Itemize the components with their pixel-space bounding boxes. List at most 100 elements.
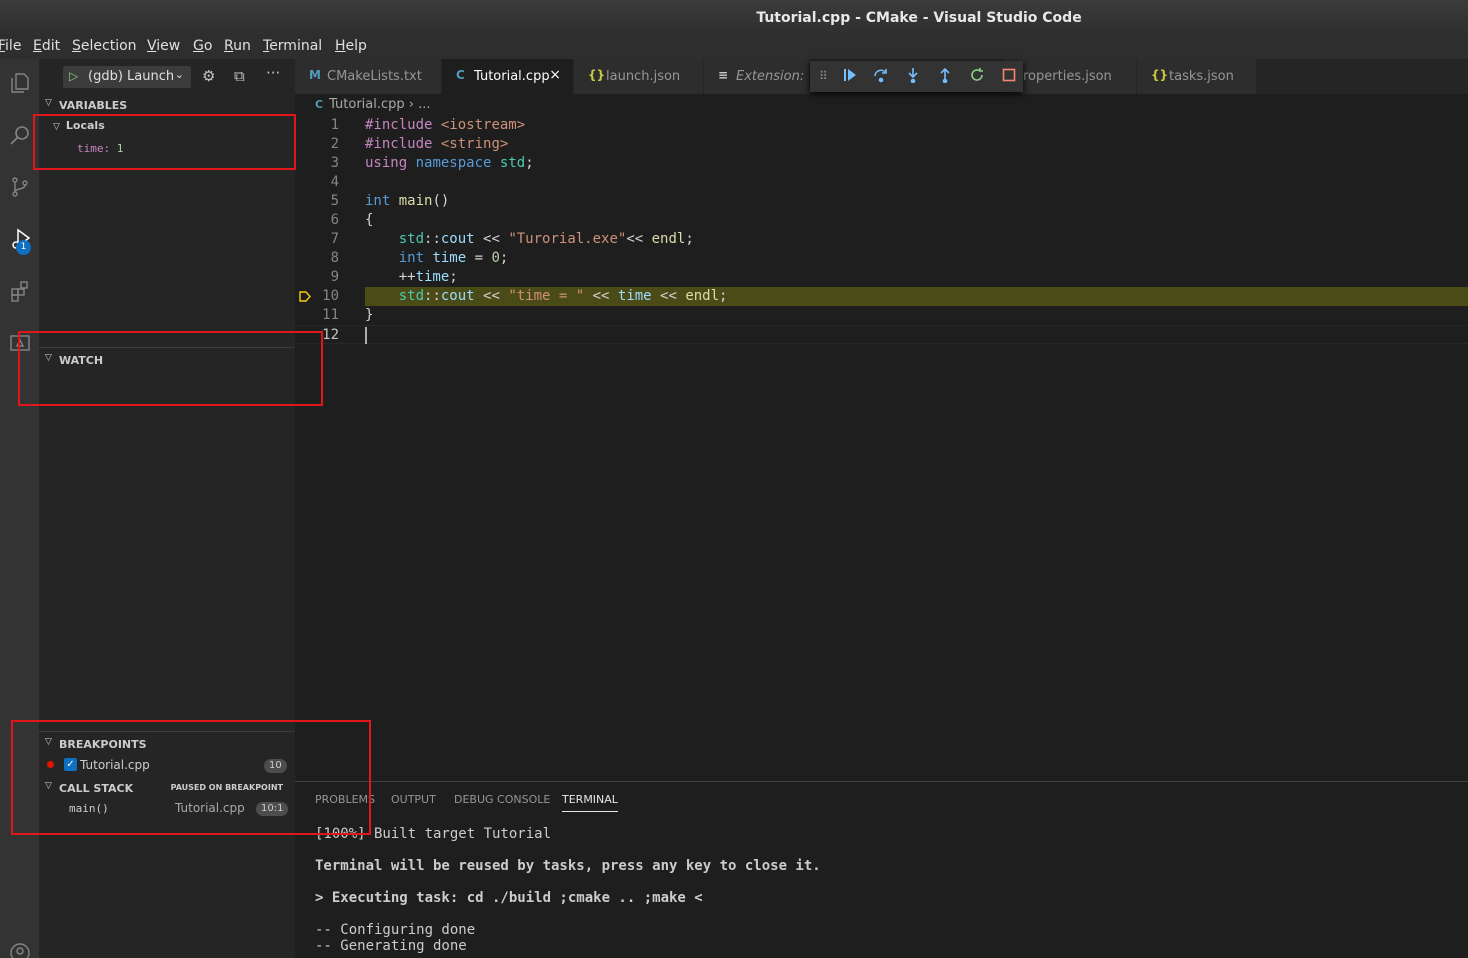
code-line: 12 xyxy=(295,325,1468,344)
editor-group: M CMakeLists.txt C Tutorial.cpp × {} lau… xyxy=(295,59,1468,781)
breakpoints-section-header[interactable]: ▽ BREAKPOINTS xyxy=(39,733,295,755)
line-number: 12 xyxy=(322,327,339,343)
code-text: ++time; xyxy=(365,269,458,285)
more-actions-icon[interactable]: ··· xyxy=(266,64,280,82)
preview-icon: ≡ xyxy=(718,68,729,82)
watch-section-header[interactable]: ▽ WATCH xyxy=(39,349,295,371)
code-text: int main() xyxy=(365,193,450,209)
menu-help[interactable]: Help xyxy=(335,38,367,54)
chevron-down-icon: ▽ xyxy=(45,737,52,747)
code-line: 1 #include <iostream> xyxy=(295,116,1468,135)
remote-explorer-icon[interactable] xyxy=(0,323,39,363)
step-out-icon[interactable] xyxy=(937,67,953,87)
variable-name: time xyxy=(77,142,104,155)
tab-debug-console[interactable]: DEBUG CONSOLE xyxy=(454,793,550,806)
start-debugging-icon[interactable]: ▷ xyxy=(69,69,78,83)
line-number: 11 xyxy=(322,307,339,323)
tab-c-cpp-properties[interactable]: roperties.json xyxy=(1003,59,1137,94)
code-text: } xyxy=(365,307,374,323)
call-stack-status: PAUSED ON BREAKPOINT xyxy=(170,783,283,792)
variable-item[interactable]: time: 1 xyxy=(77,142,123,155)
line-number: 3 xyxy=(330,155,339,171)
menu-file[interactable]: File xyxy=(0,38,21,54)
terminal-line: -- Generating done xyxy=(315,938,467,954)
launch-config-label: (gdb) Launch xyxy=(88,69,175,84)
breadcrumb-file[interactable]: Tutorial.cpp xyxy=(329,97,405,112)
tab-label: roperties.json xyxy=(1023,69,1112,84)
launch-config-select[interactable]: ▷ (gdb) Launch ⌄ xyxy=(63,66,191,88)
stop-icon[interactable] xyxy=(1001,67,1017,87)
breakpoint-item[interactable]: ✓ Tutorial.cpp 10 xyxy=(39,756,295,776)
tab-output[interactable]: OUTPUT xyxy=(391,793,436,806)
call-stack-section-header[interactable]: ▽ CALL STACK PAUSED ON BREAKPOINT xyxy=(39,777,295,799)
files-icon[interactable] xyxy=(0,63,39,103)
code-text: std::cout << "time = " << time << endl; xyxy=(398,288,728,304)
step-over-icon[interactable] xyxy=(873,67,889,87)
json-file-icon: {} xyxy=(1151,68,1169,82)
code-line: 9 ++time; xyxy=(295,268,1468,287)
line-number: 5 xyxy=(330,193,339,209)
call-stack-frame[interactable]: main() Tutorial.cpp 10:1 xyxy=(39,799,295,819)
terminal-line: Terminal will be reused by tasks, press … xyxy=(315,858,821,874)
chevron-down-icon: ▽ xyxy=(45,781,52,791)
code-text: { xyxy=(365,212,374,228)
tab-label: CMakeLists.txt xyxy=(327,69,422,84)
code-text: #include <iostream> xyxy=(365,117,526,133)
window-title: Tutorial.cpp - CMake - Visual Studio Cod… xyxy=(756,10,1082,26)
menu-bar: File Edit Selection View Go Run Terminal… xyxy=(0,36,1468,59)
tab-problems[interactable]: PROBLEMS xyxy=(315,793,375,806)
chevron-down-icon: ⌄ xyxy=(174,68,184,81)
debug-console-icon[interactable]: ⧉ xyxy=(234,67,245,85)
line-number: 6 xyxy=(330,212,339,228)
menu-selection[interactable]: Selection xyxy=(72,38,137,54)
drag-handle-icon[interactable]: ⠿ xyxy=(819,69,828,83)
menu-edit[interactable]: Edit xyxy=(33,38,60,54)
extensions-icon[interactable] xyxy=(0,271,39,311)
bottom-panel: PROBLEMS OUTPUT DEBUG CONSOLE TERMINAL [… xyxy=(295,781,1468,958)
tab-extension-c[interactable]: ≡ Extension: C/ xyxy=(704,59,810,94)
tab-tutorial-cpp[interactable]: C Tutorial.cpp × xyxy=(442,59,574,94)
breadcrumb[interactable]: C Tutorial.cpp › ... xyxy=(315,97,431,112)
breakpoints-title: BREAKPOINTS xyxy=(59,738,147,751)
debug-sidebar: ▷ (gdb) Launch ⌄ ⚙ ⧉ ··· ▽ VARIABLES ▽ Lo… xyxy=(39,59,295,958)
menu-terminal[interactable]: Terminal xyxy=(263,38,322,54)
tab-label: Tutorial.cpp xyxy=(474,69,550,84)
breakpoint-checkbox[interactable]: ✓ xyxy=(64,758,77,771)
tab-launch-json[interactable]: {} launch.json xyxy=(574,59,704,94)
tab-cmakelists[interactable]: M CMakeLists.txt xyxy=(295,59,442,94)
continue-icon[interactable] xyxy=(842,67,858,87)
breakpoint-file: Tutorial.cpp xyxy=(80,758,150,772)
section-divider xyxy=(39,347,295,348)
cmake-file-icon: M xyxy=(309,68,321,82)
menu-view[interactable]: View xyxy=(147,38,180,54)
chevron-down-icon: ▽ xyxy=(45,353,52,363)
watch-title: WATCH xyxy=(59,354,104,367)
locals-label: Locals xyxy=(65,119,105,132)
source-control-icon[interactable] xyxy=(0,167,39,207)
frame-function: main() xyxy=(69,802,109,815)
close-icon[interactable]: × xyxy=(549,67,561,83)
restart-icon[interactable] xyxy=(969,67,985,87)
locals-scope[interactable]: ▽ Locals xyxy=(53,119,105,132)
line-number: 4 xyxy=(330,174,339,190)
terminal-line: -- Configuring done xyxy=(315,922,476,938)
code-line: 8 int time = 0; xyxy=(295,249,1468,268)
tab-terminal[interactable]: TERMINAL xyxy=(562,793,618,812)
menu-go[interactable]: Go xyxy=(193,38,212,54)
editor-tabs: M CMakeLists.txt C Tutorial.cpp × {} lau… xyxy=(295,59,1468,94)
breakpoint-dot-icon xyxy=(47,761,54,768)
variables-section-header[interactable]: ▽ VARIABLES xyxy=(39,94,295,116)
code-line: 7 std::cout << "Turorial.exe"<< endl; xyxy=(295,230,1468,249)
frame-file: Tutorial.cpp xyxy=(175,801,245,815)
step-into-icon[interactable] xyxy=(905,67,921,87)
account-icon[interactable] xyxy=(0,933,39,958)
tab-tasks-json[interactable]: {} tasks.json xyxy=(1137,59,1257,94)
gear-icon[interactable]: ⚙ xyxy=(202,67,215,85)
breadcrumb-rest[interactable]: ... xyxy=(418,97,430,112)
code-line: 11 } xyxy=(295,306,1468,325)
line-number: 9 xyxy=(330,269,339,285)
search-icon[interactable] xyxy=(0,115,39,155)
terminal-line: [100%] Built target Tutorial xyxy=(315,826,552,842)
menu-run[interactable]: Run xyxy=(224,38,251,54)
breakpoint-line-badge: 10 xyxy=(264,759,287,773)
